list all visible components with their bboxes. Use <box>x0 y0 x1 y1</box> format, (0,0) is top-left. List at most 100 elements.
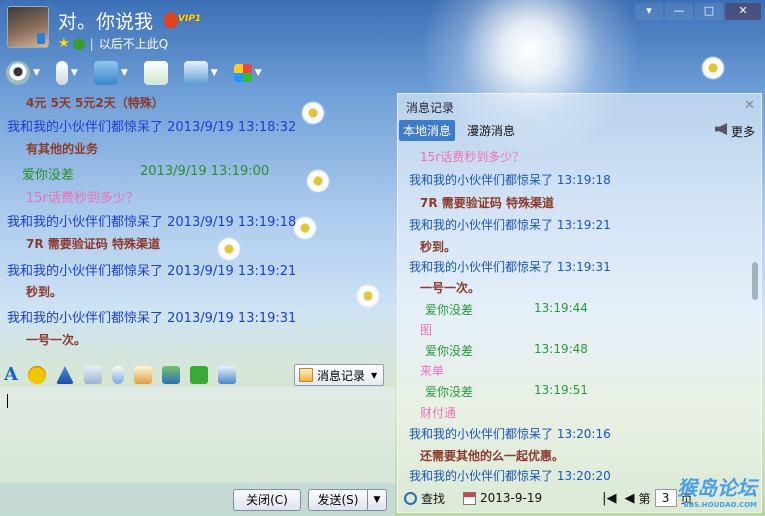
page-prefix: 第 <box>638 491 651 506</box>
send-button[interactable]: 发送(S) <box>308 489 368 511</box>
separator: | <box>89 36 94 51</box>
history-message: 我和我的小伙伴们都惊呆了 13:19:21 <box>409 218 611 232</box>
chat-message: 一号一次。 <box>26 333 87 347</box>
chevron-down-icon[interactable]: ▼ <box>121 68 128 78</box>
status-icon <box>72 37 85 50</box>
window-controls: ▾ — □ ✕ <box>635 3 761 20</box>
prev-page-icon[interactable]: ◀ <box>625 491 635 506</box>
chat-message: 2013/9/19 13:19:00 <box>140 164 270 179</box>
history-message: 13:19:48 <box>534 342 588 356</box>
history-message: 图 <box>420 323 433 337</box>
watermark-logo: 猴岛论坛 BBS.HOUDAO.COM <box>677 472 757 509</box>
voice-message-icon[interactable] <box>111 366 124 384</box>
doodle-icon[interactable] <box>133 366 152 384</box>
watermark-url: BBS.HOUDAO.COM <box>683 501 757 509</box>
chat-toolbar: ▼ ▼ ▼ ▼ ▼ <box>6 59 262 87</box>
history-icon <box>299 368 313 382</box>
voice-call-button[interactable]: ▼ <box>55 61 78 85</box>
bottom-bar: 关闭(C) 发送(S) ▼ <box>0 483 395 516</box>
history-message: 7R 需要验证码 特殊渠道 <box>420 196 554 210</box>
image-icon[interactable] <box>161 366 180 384</box>
calendar-icon[interactable] <box>463 491 477 505</box>
history-message: 15r话费秒到多少？ <box>420 150 525 164</box>
chat-message: 我和我的小伙伴们都惊呆了 2013/9/19 13:19:21 <box>7 264 297 279</box>
scrollbar-thumb[interactable] <box>752 262 758 300</box>
apps-grid-icon <box>233 64 252 82</box>
chat-message: 我和我的小伙伴们都惊呆了 2013/9/19 13:19:31 <box>7 311 297 326</box>
transfer-file-button[interactable]: ▼ <box>93 61 128 85</box>
history-panel-title: 消息记录 <box>406 101 455 115</box>
history-panel: 消息记录 ✕ 本地消息 漫游消息 更多 15r话费秒到多少？ 我和我的小伙伴们都惊… <box>397 93 762 513</box>
message-history-button[interactable]: 消息记录 ▼ <box>294 364 384 386</box>
history-message: 来单 <box>420 364 445 378</box>
status-line: ★ | 以后不上此Q <box>58 35 168 52</box>
history-message: 我和我的小伙伴们都惊呆了 13:19:31 <box>409 260 611 274</box>
remote-desktop-button[interactable]: ▼ <box>183 61 218 85</box>
history-message: 爱你没差 <box>425 385 474 399</box>
send-image-icon[interactable] <box>83 366 102 384</box>
history-message: 13:19:51 <box>534 383 588 397</box>
title-bar: 对。你说我 VIP1 ★ | 以后不上此Q ▾ — □ ✕ <box>0 0 765 58</box>
screenshot-icon[interactable] <box>217 366 236 384</box>
font-icon[interactable]: A <box>4 366 18 384</box>
message-icon <box>143 61 168 85</box>
history-message: 我和我的小伙伴们都惊呆了 13:20:20 <box>409 469 611 482</box>
chat-message: 秒到。 <box>26 285 63 299</box>
menu-dropdown-button[interactable]: ▾ <box>635 3 663 20</box>
history-message: 一号一次。 <box>420 281 481 295</box>
close-button[interactable]: 关闭(C) <box>233 489 301 511</box>
chat-message-area[interactable]: 4元 5天 5元2天（特殊） 我和我的小伙伴们都惊呆了 2013/9/19 13:… <box>0 90 395 362</box>
chat-message: 我和我的小伙伴们都惊呆了 2013/9/19 13:19:18 <box>7 215 297 230</box>
chat-message: 15r话费秒到多少？ <box>26 191 139 206</box>
maximize-button[interactable]: □ <box>695 3 723 20</box>
chat-message: 爱你没差 <box>22 168 75 183</box>
history-message: 我和我的小伙伴们都惊呆了 13:20:16 <box>409 427 611 441</box>
chevron-down-icon[interactable]: ▼ <box>255 68 262 78</box>
history-date[interactable]: 2013-9-19 <box>480 491 542 505</box>
chevron-down-icon[interactable]: ▼ <box>71 68 78 78</box>
send-options-button[interactable]: ▼ <box>367 489 387 511</box>
emoji-icon[interactable] <box>27 366 46 384</box>
daisy-decoration <box>700 55 726 81</box>
history-message: 爱你没差 <box>425 303 474 317</box>
history-message: 秒到。 <box>420 240 457 254</box>
history-message: 我和我的小伙伴们都惊呆了 13:19:18 <box>409 173 611 187</box>
message-input[interactable] <box>0 387 395 483</box>
page-number-input[interactable]: 3 <box>654 489 677 507</box>
chat-message: 4元 5天 5元2天（特殊） <box>26 96 164 110</box>
music-icon[interactable] <box>189 366 208 384</box>
chevron-down-icon[interactable]: ▼ <box>371 371 377 380</box>
avatar[interactable] <box>7 6 49 48</box>
tab-local-messages[interactable]: 本地消息 <box>399 119 456 141</box>
history-message: 13:19:44 <box>534 301 588 315</box>
chevron-down-icon[interactable]: ▼ <box>33 68 40 78</box>
first-page-icon[interactable]: |◀ <box>602 491 616 506</box>
close-window-button[interactable]: ✕ <box>725 3 761 20</box>
search-icon[interactable] <box>404 491 417 505</box>
chat-message: 我和我的小伙伴们都惊呆了 2013/9/19 13:18:32 <box>7 120 297 135</box>
chat-message: 有其他的业务 <box>26 142 99 156</box>
microphone-icon <box>55 61 68 85</box>
tab-roaming-messages[interactable]: 漫游消息 <box>463 120 519 141</box>
more-button[interactable]: 更多 <box>731 123 755 140</box>
qq-penguin-icon <box>164 12 178 28</box>
monitor-icon <box>183 61 208 85</box>
apps-button[interactable]: ▼ <box>233 64 262 82</box>
window-shake-icon[interactable] <box>55 366 74 384</box>
contact-signature: 以后不上此Q <box>98 37 169 51</box>
find-button[interactable]: 查找 <box>421 490 445 507</box>
history-message-list[interactable]: 15r话费秒到多少？ 我和我的小伙伴们都惊呆了 13:19:18 7R 需要验证码 … <box>398 142 750 482</box>
history-tabs: 本地消息 漫游消息 <box>398 119 761 141</box>
message-history-label: 消息记录 <box>317 368 366 383</box>
camera-icon <box>6 61 30 85</box>
history-message: 还需要其他的么一起优惠。 <box>420 449 565 463</box>
folder-icon <box>93 61 118 85</box>
send-sms-button[interactable] <box>143 61 168 85</box>
close-icon[interactable]: ✕ <box>744 98 755 113</box>
chevron-down-icon[interactable]: ▼ <box>211 68 218 78</box>
video-call-button[interactable]: ▼ <box>6 61 40 85</box>
chat-message: 7R 需要验证码 特殊渠道 <box>26 237 160 251</box>
contact-nickname: 对。你说我 <box>58 11 154 33</box>
minimize-button[interactable]: — <box>665 3 693 20</box>
vip-badge: VIP1 <box>178 14 202 24</box>
